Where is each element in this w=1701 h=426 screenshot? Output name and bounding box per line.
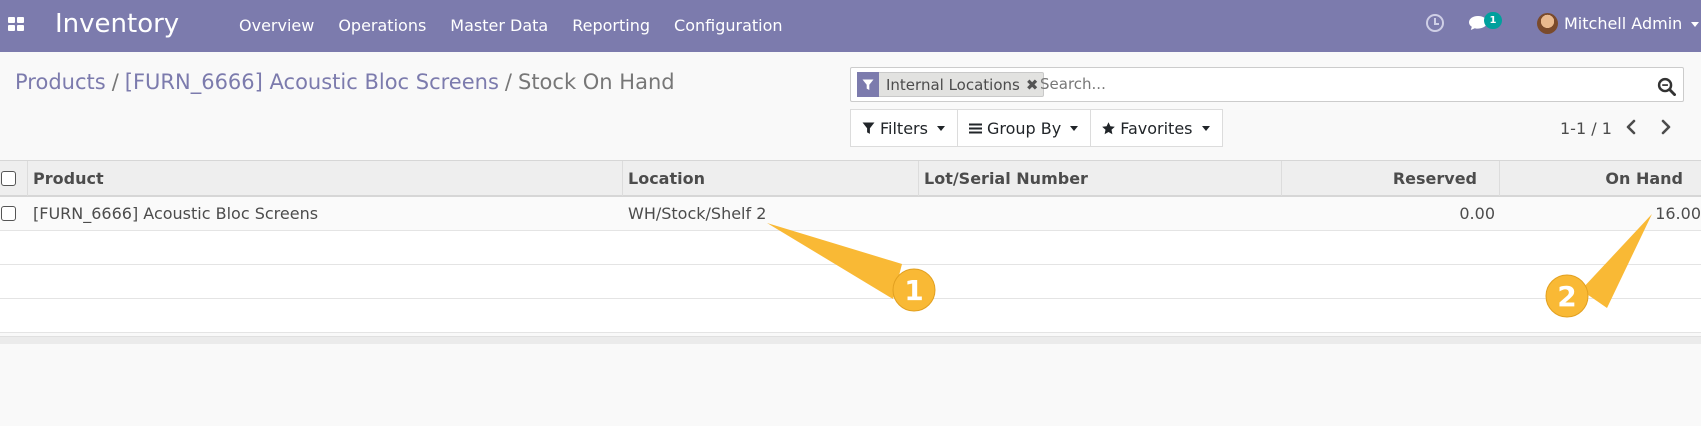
breadcrumb-separator: / — [111, 70, 119, 94]
cell-reserved: 0.00 — [1459, 204, 1495, 223]
empty-row — [0, 265, 1701, 299]
search-icon[interactable] — [1657, 77, 1676, 96]
menu-master-data[interactable]: Master Data — [438, 0, 560, 52]
column-on-hand[interactable]: On Hand — [1500, 161, 1701, 196]
star-icon — [1102, 121, 1116, 134]
favorites-label: Favorites — [1120, 118, 1193, 138]
group-by-button[interactable]: Group By — [957, 109, 1092, 147]
menu-overview[interactable]: Overview — [227, 0, 326, 52]
column-reserved[interactable]: Reserved — [1282, 161, 1500, 196]
search-input[interactable] — [1040, 75, 1600, 93]
user-menu[interactable]: Mitchell Admin — [1564, 14, 1700, 33]
select-all-cell — [0, 161, 28, 196]
activity-clock-icon[interactable] — [1426, 14, 1444, 32]
menu-reporting[interactable]: Reporting — [560, 0, 662, 52]
breadcrumb-products[interactable]: Products — [15, 70, 106, 94]
facet-label: Internal Locations — [886, 75, 1020, 94]
chevron-left-icon[interactable] — [1624, 118, 1638, 136]
favorites-button[interactable]: Favorites — [1091, 109, 1223, 147]
list-footer — [0, 336, 1701, 344]
bars-icon — [968, 123, 982, 133]
filter-icon — [862, 122, 875, 134]
filters-button[interactable]: Filters — [850, 109, 958, 147]
top-navbar: Inventory Overview Operations Master Dat… — [0, 0, 1701, 52]
select-all-checkbox[interactable] — [1, 171, 16, 186]
search-options: Filters Group By Favorites — [850, 109, 1223, 147]
chevron-down-icon — [1070, 125, 1079, 131]
row-checkbox[interactable] — [1, 206, 16, 221]
column-location[interactable]: Location — [623, 161, 919, 196]
page-title: Stock On Hand — [517, 70, 675, 94]
column-lot-serial[interactable]: Lot/Serial Number — [919, 161, 1282, 196]
menu-configuration[interactable]: Configuration — [662, 0, 795, 52]
breadcrumb-product[interactable]: [FURN_6666] Acoustic Bloc Screens — [125, 70, 499, 94]
menu-operations[interactable]: Operations — [326, 0, 438, 52]
message-count-badge: 1 — [1484, 12, 1502, 29]
chevron-down-icon — [1691, 22, 1700, 27]
user-avatar[interactable] — [1537, 13, 1558, 34]
cell-on-hand: 16.00 — [1655, 204, 1701, 223]
breadcrumb-separator: / — [504, 70, 512, 94]
group-by-label: Group By — [986, 118, 1062, 138]
user-name-label: Mitchell Admin — [1564, 14, 1683, 33]
breadcrumb: Products / [FURN_6666] Acoustic Bloc Scree… — [15, 70, 675, 94]
chevron-down-icon — [1201, 125, 1210, 131]
pager-value[interactable]: 1-1 / 1 — [1560, 119, 1612, 138]
column-product[interactable]: Product — [28, 161, 623, 196]
main-menu: Overview Operations Master Data Reportin… — [227, 0, 795, 52]
search-bar: Internal Locations ✖ — [850, 67, 1684, 102]
search-facet: Internal Locations ✖ — [857, 72, 1045, 97]
table-row[interactable]: [FURN_6666] Acoustic Bloc Screens WH/Sto… — [0, 197, 1701, 231]
filter-icon — [857, 72, 879, 97]
table-header: Product Location Lot/Serial Number Reser… — [0, 160, 1701, 197]
chevron-right-icon[interactable] — [1659, 118, 1673, 136]
filters-label: Filters — [880, 118, 928, 138]
apps-menu-icon[interactable] — [8, 17, 24, 31]
cell-location: WH/Stock/Shelf 2 — [628, 204, 767, 223]
chevron-down-icon — [936, 125, 945, 131]
empty-row — [0, 299, 1701, 333]
empty-row — [0, 231, 1701, 265]
cell-product: [FURN_6666] Acoustic Bloc Screens — [33, 204, 319, 223]
content-background — [0, 344, 1701, 426]
app-name[interactable]: Inventory — [55, 9, 179, 39]
